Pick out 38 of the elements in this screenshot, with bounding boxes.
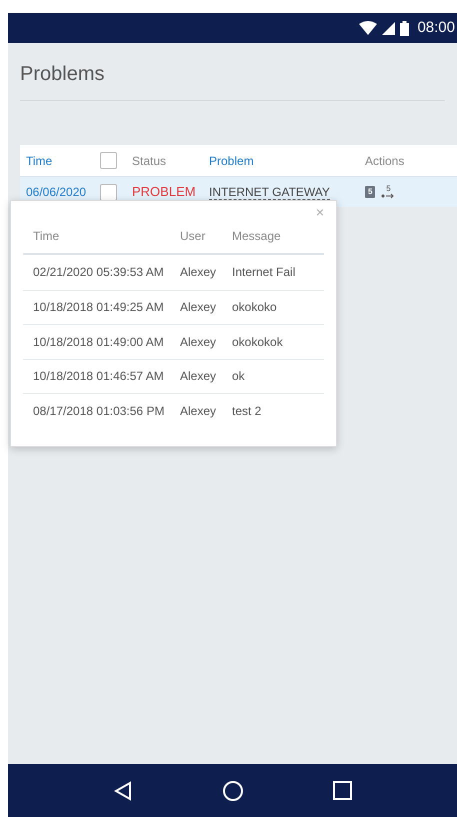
time-cell: 08/17/2018 01:03:56 PM xyxy=(33,404,164,418)
column-header: User xyxy=(180,229,206,243)
back-icon[interactable] xyxy=(112,780,133,800)
message-cell: test 2 xyxy=(232,404,262,418)
recents-icon[interactable] xyxy=(333,781,352,800)
sort-header-link[interactable]: Time xyxy=(26,154,52,168)
battery-icon xyxy=(400,20,410,36)
time-cell: 02/21/2020 05:39:53 AM xyxy=(33,265,164,280)
signal-icon xyxy=(382,22,396,34)
arrow-icon[interactable] xyxy=(381,193,396,199)
column-header: Status xyxy=(132,154,166,168)
user-cell: Alexey xyxy=(180,265,216,280)
wifi-icon xyxy=(359,21,378,35)
message-cell: okokokok xyxy=(232,334,283,349)
sort-header-link[interactable]: Problem xyxy=(209,154,254,168)
checkbox[interactable] xyxy=(100,184,117,200)
time-cell: 10/18/2018 01:49:25 AM xyxy=(33,300,164,314)
user-cell: Alexey xyxy=(180,369,216,384)
page-title: Problems xyxy=(20,59,445,101)
message-count-badge[interactable]: 5 xyxy=(365,186,376,198)
event-date-link[interactable]: 06/06/2020 xyxy=(26,185,86,199)
message-cell: Internet Fail xyxy=(232,265,296,280)
action-count: 5 xyxy=(386,185,391,193)
time-cell: 10/18/2018 01:46:57 AM xyxy=(33,369,164,384)
home-icon[interactable] xyxy=(222,780,244,802)
column-header: Time xyxy=(33,229,60,243)
column-header: Actions xyxy=(365,154,404,168)
message-cell: okokoko xyxy=(232,300,277,314)
user-cell: Alexey xyxy=(180,300,216,314)
checkbox[interactable] xyxy=(100,152,117,169)
status-label: PROBLEM xyxy=(132,184,196,200)
time-cell: 10/18/2018 01:49:00 AM xyxy=(33,334,164,349)
user-cell: Alexey xyxy=(180,334,216,349)
close-button[interactable]: × xyxy=(316,205,324,219)
user-cell: Alexey xyxy=(180,404,216,418)
message-cell: ok xyxy=(232,369,245,384)
column-header: Message xyxy=(232,229,281,243)
clock: 08:00 xyxy=(417,18,455,38)
